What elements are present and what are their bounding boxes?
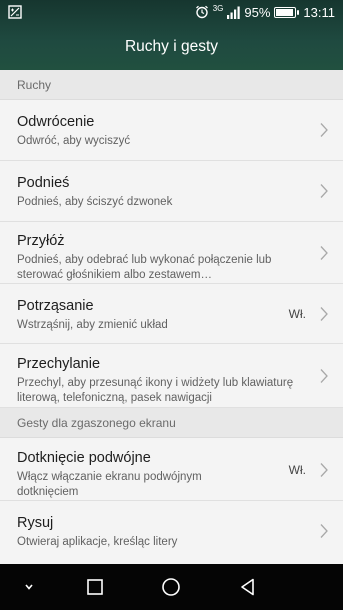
item-subtitle: Włącz włączanie ekranu podwójnym dotknię… xyxy=(17,471,202,498)
page-title: Ruchy i gesty xyxy=(124,38,219,55)
section-header-ruchy: Ruchy xyxy=(0,70,343,100)
chevron-right-icon xyxy=(320,369,328,383)
clock: 13:11 xyxy=(303,4,335,20)
chevron-right-icon xyxy=(320,246,328,260)
chevron-right-icon xyxy=(320,524,328,538)
item-title: Dotknięcie podwójne xyxy=(17,450,151,466)
screenshot-icon xyxy=(8,5,22,19)
alarm-icon xyxy=(195,5,208,19)
circle-icon[interactable] xyxy=(160,576,182,598)
item-subtitle: Otwieraj aplikacje, kreśląc litery xyxy=(17,536,178,548)
item-subtitle: Podnieś, aby odebrać lub wykonać połącze… xyxy=(17,254,272,281)
item-subtitle: Podnieś, aby ściszyć dzwonek xyxy=(17,196,173,208)
item-title: Rysuj xyxy=(17,515,54,531)
item-subtitle: Odwróć, aby wyciszyć xyxy=(17,135,131,147)
item-title: Przechylanie xyxy=(17,356,101,372)
item-title: Odwrócenie xyxy=(17,114,95,130)
item-subtitle: Przechyl, aby przesunąć ikony i widżety … xyxy=(17,377,294,404)
chevron-right-icon xyxy=(320,307,328,321)
network-type: 3G xyxy=(212,3,224,13)
chevron-right-icon xyxy=(320,184,328,198)
list-item-podnies[interactable]: Podnieś Podnieś, aby ściszyć dzwonek xyxy=(0,161,343,222)
chevron-right-icon xyxy=(320,463,328,477)
item-subtitle: Wstrząśnij, aby zmienić układ xyxy=(17,319,168,331)
settings-list: Ruchy Odwrócenie Odwróć, aby wyciszyć Po… xyxy=(0,70,343,565)
battery-percent: 95% xyxy=(244,4,271,20)
signal-icon xyxy=(227,6,241,19)
chevron-down-icon[interactable] xyxy=(18,576,40,598)
list-item-rysuj[interactable]: Rysuj Otwieraj aplikacje, kreśląc litery xyxy=(0,501,343,565)
list-item-potrzasanie[interactable]: Potrząsanie Wstrząśnij, aby zmienić ukła… xyxy=(0,284,343,344)
item-value: Wł. xyxy=(288,307,306,321)
square-icon[interactable] xyxy=(84,576,106,598)
triangle-back-icon[interactable] xyxy=(237,576,259,598)
section-header-gesty: Gesty dla zgaszonego ekranu xyxy=(0,408,343,438)
item-value: Wł. xyxy=(288,463,306,477)
status-bar: 3G 95% 13:11 xyxy=(0,0,343,24)
item-title: Podnieś xyxy=(17,175,70,191)
list-item-dotkniecie-podwojne[interactable]: Dotknięcie podwójne Włącz włączanie ekra… xyxy=(0,438,343,501)
list-item-przyloz[interactable]: Przyłóż Podnieś, aby odebrać lub wykonać… xyxy=(0,222,343,284)
chevron-right-icon xyxy=(320,123,328,137)
list-item-przechylanie[interactable]: Przechylanie Przechyl, aby przesunąć iko… xyxy=(0,344,343,408)
item-title: Potrząsanie xyxy=(17,298,94,314)
app-header: 3G 95% 13:11 Ruchy i gesty xyxy=(0,0,343,70)
list-item-odwrocenie[interactable]: Odwrócenie Odwróć, aby wyciszyć xyxy=(0,100,343,161)
battery-icon xyxy=(274,6,300,18)
item-title: Przyłóż xyxy=(17,233,65,249)
navigation-bar xyxy=(0,564,343,610)
